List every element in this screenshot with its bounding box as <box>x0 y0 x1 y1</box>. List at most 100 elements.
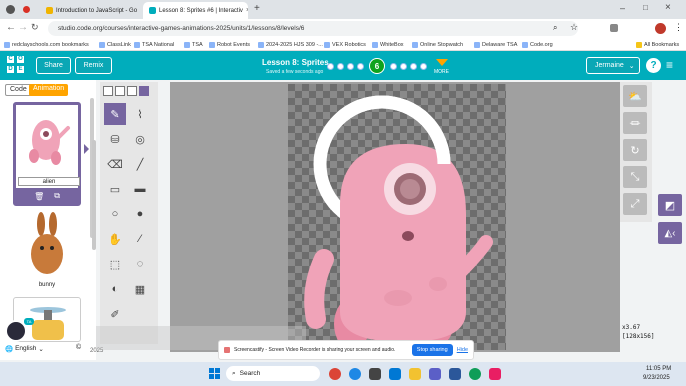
bookmark-item[interactable]: 2024-2025 HJS 309 -... <box>258 40 323 49</box>
copyright-icon[interactable]: © <box>76 344 81 351</box>
size-large-icon[interactable] <box>127 86 137 96</box>
stop-sharing-button[interactable]: Stop sharing <box>411 344 453 356</box>
hamburger-icon[interactable]: ≡ <box>666 58 673 72</box>
explorer-taskbar-icon[interactable] <box>409 368 421 380</box>
stamp-icon[interactable]: ⛅ <box>623 85 647 107</box>
eraser-tool[interactable]: ⌫ <box>104 153 126 175</box>
share-button[interactable]: Share <box>36 57 71 74</box>
word-taskbar-icon[interactable] <box>449 368 461 380</box>
close-icon[interactable]: × <box>246 7 248 14</box>
back-icon[interactable]: ← <box>6 22 16 33</box>
layers-panel-icon[interactable]: ◩ <box>658 194 682 216</box>
bookmark-item[interactable]: Code.org <box>522 40 553 49</box>
select-rect-tool[interactable]: ⬚ <box>104 253 126 275</box>
tab-intro-javascript[interactable]: Introduction to JavaScript - Go × <box>40 2 140 19</box>
size-full-icon[interactable] <box>139 86 149 96</box>
bookmark-item[interactable]: Online Stopwatch <box>412 40 463 49</box>
bookmark-item[interactable]: Delaware TSA <box>474 40 517 49</box>
clock-date[interactable]: 9/23/2025 <box>643 375 670 381</box>
more-label[interactable]: MORE <box>434 69 449 75</box>
chrome-menu-icon[interactable]: ⋮ <box>674 22 683 33</box>
level-bubble[interactable] <box>420 63 427 70</box>
remix-button[interactable]: Remix <box>75 57 112 74</box>
hide-link[interactable]: Hide <box>457 347 468 353</box>
windows-start-icon[interactable] <box>209 368 220 379</box>
bookmark-item[interactable]: TSA <box>184 40 203 49</box>
pencil-tool[interactable]: ✎ <box>104 103 126 125</box>
teams-taskbar-icon[interactable] <box>429 368 441 380</box>
minimize-icon[interactable]: – <box>620 3 625 13</box>
level-bubble[interactable] <box>400 63 407 70</box>
photos-taskbar-icon[interactable] <box>489 368 501 380</box>
color-wheel-tool[interactable]: ◐ <box>104 278 126 300</box>
reload-icon[interactable]: ↻ <box>31 22 39 33</box>
rectangle-outline-tool[interactable]: ▭ <box>104 178 126 200</box>
mail-taskbar-icon[interactable] <box>389 368 401 380</box>
frames-panel-icon[interactable]: ◭‹ <box>658 222 682 244</box>
help-icon[interactable]: ? <box>646 58 661 73</box>
zoom-search-icon[interactable]: ⌕ <box>553 23 557 33</box>
crop-fit-icon[interactable]: ⤡ <box>623 166 647 188</box>
all-bookmarks[interactable]: All Bookmarks <box>636 40 679 49</box>
bookmark-item[interactable]: ClassLink <box>99 40 131 49</box>
brush-tool[interactable]: ⌇ <box>129 103 151 125</box>
hand-pan-tool[interactable]: ✋ <box>104 228 126 250</box>
chrome-taskbar-icon[interactable] <box>329 368 341 380</box>
rectangle-fill-tool[interactable]: ▬ <box>129 178 151 200</box>
clock-time[interactable]: 11:05 PM <box>646 366 671 372</box>
user-menu[interactable]: Jermaine ⌄ <box>586 57 640 74</box>
level-bubble[interactable] <box>327 63 334 70</box>
rotate-icon[interactable]: ↻ <box>623 139 647 161</box>
duplicate-icon[interactable]: ⧉ <box>54 191 60 201</box>
codeorg-logo[interactable]: C O D E <box>7 56 25 74</box>
extensions-icon[interactable] <box>610 24 618 32</box>
lasso-tool[interactable]: ◌ <box>129 253 151 275</box>
language-selector[interactable]: 🌐 English ⌄ <box>5 343 44 354</box>
eyedropper-tool[interactable]: ⁄ <box>129 228 151 250</box>
level-bubble[interactable] <box>337 63 344 70</box>
level-bubble[interactable] <box>390 63 397 70</box>
spray-tool[interactable]: ◎ <box>129 128 151 150</box>
selected-pointer-icon <box>84 144 89 154</box>
url-input[interactable]: studio.code.org/courses/interactive-game… <box>48 21 578 36</box>
tab-lesson-sprites[interactable]: Lesson 8: Sprites #6 | Interactiv × <box>143 2 248 19</box>
color-picker-tool[interactable]: ✐ <box>104 303 126 325</box>
profile-avatar[interactable] <box>655 23 666 34</box>
fill-bucket-tool[interactable]: ⛁ <box>104 128 126 150</box>
tools-scrollbar[interactable] <box>92 140 96 250</box>
trash-icon[interactable]: 🗑 <box>34 192 44 201</box>
ellipse-fill-tool[interactable]: ● <box>129 203 151 225</box>
size-small-icon[interactable] <box>103 86 113 96</box>
edge-taskbar-icon[interactable] <box>349 368 361 380</box>
taskview-taskbar-icon[interactable] <box>369 368 381 380</box>
bookmark-item[interactable]: WhiteBox <box>372 40 404 49</box>
new-tab-icon[interactable]: + <box>254 3 260 14</box>
level-bubble[interactable] <box>357 63 364 70</box>
flip-horizontal-icon[interactable]: ⏛ <box>623 112 647 134</box>
code-tab[interactable]: Code <box>5 84 32 96</box>
sprite-name-input[interactable]: alien <box>18 177 80 186</box>
level-bubble[interactable] <box>410 63 417 70</box>
ellipse-outline-tool[interactable]: ○ <box>104 203 126 225</box>
size-medium-icon[interactable] <box>115 86 125 96</box>
pattern-tool[interactable]: ▦ <box>129 278 151 300</box>
line-tool[interactable]: ╱ <box>129 153 151 175</box>
forward-icon[interactable]: → <box>18 22 28 33</box>
maximize-icon[interactable]: □ <box>643 3 648 12</box>
bookmark-item[interactable]: VEX Robotics <box>324 40 366 49</box>
sprite-card-alien[interactable]: alien 🗑 ⧉ <box>13 102 81 206</box>
chrome-taskbar-icon-2[interactable] <box>469 368 481 380</box>
more-arrow-icon[interactable] <box>436 59 448 66</box>
bookmark-item[interactable]: TSA National <box>134 40 174 49</box>
bookmark-item[interactable]: redclayschools.com bookmarks <box>4 40 89 49</box>
chrome-icon[interactable] <box>6 5 15 14</box>
close-window-icon[interactable]: × <box>665 2 671 13</box>
bookmark-item[interactable]: Robot Events <box>209 40 250 49</box>
taskbar-search[interactable]: ⌕ Search <box>226 366 320 381</box>
level-bubble[interactable] <box>347 63 354 70</box>
current-level-bubble[interactable]: 6 <box>369 58 385 74</box>
bookmark-star-icon[interactable]: ☆ <box>570 22 578 33</box>
animation-tab[interactable]: Animation <box>29 84 69 96</box>
resize-icon[interactable]: ⤢ <box>623 193 647 215</box>
sprite-card-bunny[interactable]: bunny <box>13 208 81 293</box>
